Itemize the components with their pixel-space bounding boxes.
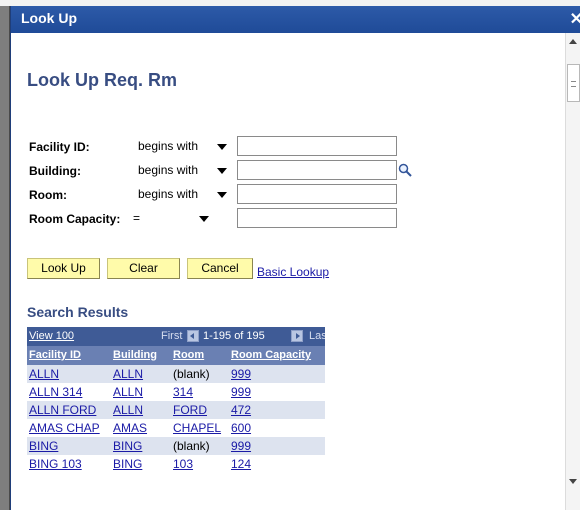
table-row[interactable]: BING BING (blank) 999	[27, 437, 325, 455]
facility-id-link[interactable]: ALLN FORD	[29, 403, 96, 417]
building-link[interactable]: ALLN	[113, 367, 143, 381]
room-link[interactable]: 314	[173, 385, 193, 399]
room-link[interactable]: CHAPEL	[173, 421, 221, 435]
chevron-left-icon	[190, 333, 194, 339]
column-header-facility-id[interactable]: Facility ID	[29, 349, 81, 361]
room-link[interactable]: 103	[173, 457, 193, 471]
cancel-button[interactable]: Cancel	[187, 258, 253, 279]
room-input[interactable]	[237, 184, 397, 204]
facility-id-link[interactable]: BING 103	[29, 457, 82, 471]
facility-id-link[interactable]: BING	[29, 439, 58, 453]
column-header-building[interactable]: Building	[113, 349, 157, 361]
page-title: Look Up Req. Rm	[27, 70, 178, 90]
vertical-scrollbar[interactable]	[565, 33, 580, 510]
facility-id-link[interactable]: ALLN	[29, 367, 59, 381]
room-capacity-operator-select[interactable]: =	[131, 209, 231, 228]
table-row[interactable]: BING 103 BING 103 124	[27, 455, 325, 473]
building-operator-select[interactable]: begins with	[131, 161, 231, 180]
facility-id-operator-select[interactable]: begins with	[131, 137, 231, 156]
facility-id-input[interactable]	[237, 136, 397, 156]
scrollbar-thumb[interactable]	[567, 64, 580, 102]
facility-id-link[interactable]: ALLN 314	[29, 385, 82, 399]
room-label: Room:	[29, 188, 67, 202]
room-capacity-link[interactable]: 999	[231, 385, 251, 399]
scroll-down-icon[interactable]	[569, 479, 577, 484]
first-label[interactable]: First	[161, 330, 182, 342]
chevron-right-icon	[296, 333, 300, 339]
scroll-up-icon[interactable]	[569, 39, 577, 44]
building-label: Building:	[29, 164, 81, 178]
chevron-down-icon	[217, 144, 227, 150]
chevron-down-icon	[217, 168, 227, 174]
room-link[interactable]: FORD	[173, 403, 207, 417]
basic-lookup-link[interactable]: Basic Lookup	[257, 265, 329, 279]
column-header-room-capacity[interactable]: Room Capacity	[231, 349, 311, 361]
facility-id-link[interactable]: AMAS CHAP	[29, 421, 100, 435]
room-operator-select[interactable]: begins with	[131, 185, 231, 204]
next-page-button[interactable]	[291, 330, 303, 342]
room-capacity-link[interactable]: 124	[231, 457, 251, 471]
room-capacity-link[interactable]: 999	[231, 439, 251, 453]
lookup-dialog: Look Up ✕ Look Up Req. Rm Facility ID: b…	[10, 6, 580, 510]
last-label[interactable]: Last	[309, 330, 325, 342]
search-icon[interactable]	[398, 163, 412, 177]
dialog-title: Look Up	[21, 10, 77, 26]
close-icon[interactable]: ✕	[570, 9, 580, 29]
building-link[interactable]: BING	[113, 457, 142, 471]
results-range: 1-195 of 195	[203, 330, 265, 342]
facility-id-label: Facility ID:	[29, 140, 90, 154]
results-column-headers: Facility ID Building Room Room Capacity	[27, 346, 325, 365]
room-capacity-operator-value: =	[133, 211, 141, 225]
lookup-button[interactable]: Look Up	[27, 258, 100, 279]
room-capacity-link[interactable]: 999	[231, 367, 251, 381]
room-capacity-input[interactable]	[237, 208, 397, 228]
table-row[interactable]: AMAS CHAP AMAS CHAPEL 600	[27, 419, 325, 437]
chevron-down-icon	[217, 192, 227, 198]
dialog-titlebar[interactable]: Look Up ✕	[11, 6, 580, 33]
dialog-content: Look Up Req. Rm Facility ID: begins with…	[11, 33, 565, 510]
room-operator-value: begins with	[138, 187, 199, 201]
room-value: (blank)	[173, 439, 210, 453]
grip-icon	[571, 81, 576, 87]
results-grid-navbar: View 100 First 1-195 of 195 Last	[27, 327, 325, 346]
clear-button[interactable]: Clear	[107, 258, 180, 279]
building-operator-value: begins with	[138, 163, 199, 177]
table-row[interactable]: ALLN 314 ALLN 314 999	[27, 383, 325, 401]
table-row[interactable]: ALLN ALLN (blank) 999	[27, 365, 325, 383]
building-link[interactable]: AMAS	[113, 421, 147, 435]
building-input[interactable]	[237, 160, 397, 180]
room-capacity-link[interactable]: 472	[231, 403, 251, 417]
building-link[interactable]: ALLN	[113, 403, 143, 417]
facility-id-operator-value: begins with	[138, 139, 199, 153]
column-header-room[interactable]: Room	[173, 349, 204, 361]
search-results-title: Search Results	[27, 304, 129, 320]
chevron-down-icon	[199, 216, 209, 222]
room-capacity-label: Room Capacity:	[29, 212, 121, 226]
building-link[interactable]: BING	[113, 439, 142, 453]
previous-page-button[interactable]	[187, 330, 199, 342]
room-capacity-link[interactable]: 600	[231, 421, 251, 435]
building-link[interactable]: ALLN	[113, 385, 143, 399]
view-100-link[interactable]: View 100	[29, 330, 74, 342]
table-row[interactable]: ALLN FORD ALLN FORD 472	[27, 401, 325, 419]
room-value: (blank)	[173, 367, 210, 381]
